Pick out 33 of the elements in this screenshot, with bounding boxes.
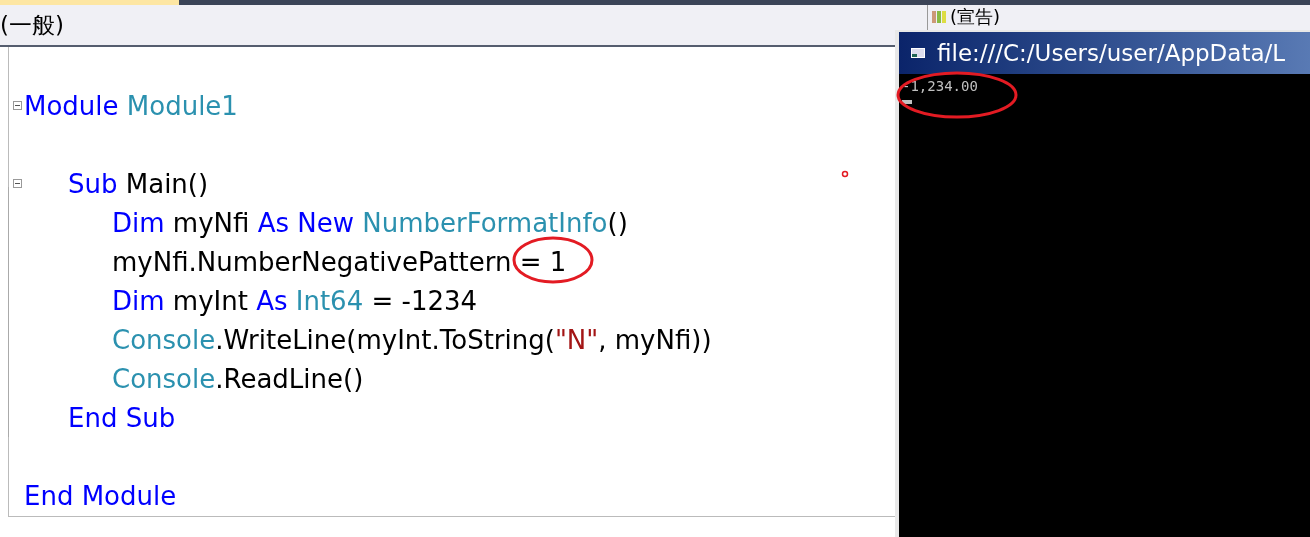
- code-token: myInt: [172, 286, 249, 316]
- code-token: = -1234: [370, 286, 478, 316]
- code-token: End Module: [24, 481, 177, 511]
- code-token: Int64: [295, 286, 364, 316]
- code-token: Module1: [126, 91, 238, 121]
- code-token: NumberFormatInfo: [362, 208, 608, 238]
- code-token: , myNfi)): [598, 325, 712, 355]
- collapse-icon: [13, 101, 22, 110]
- code-token: Main(): [125, 169, 209, 199]
- collapse-icon: [13, 179, 22, 188]
- code-token: myNfi: [172, 208, 251, 238]
- code-token: Console: [112, 364, 216, 394]
- code-token: (): [607, 208, 628, 238]
- console-icon: [911, 48, 925, 58]
- code-token: = 1: [518, 247, 567, 277]
- code-token: .ReadLine(): [215, 364, 364, 394]
- code-token: Dim: [112, 208, 166, 238]
- code-token: Sub: [68, 169, 119, 199]
- code-token: "N": [554, 325, 599, 355]
- console-output: -1,234.00: [902, 78, 979, 94]
- window-title: file:///C:/Users/user/AppData/L: [937, 38, 1286, 68]
- code-token: As New: [257, 208, 355, 238]
- console-cursor: [902, 100, 912, 104]
- marker-icon: [841, 170, 849, 178]
- code-token: .WriteLine(myInt.ToString(: [215, 325, 555, 355]
- code-token: Module: [24, 91, 120, 121]
- code-token: As: [256, 286, 289, 316]
- code-token: myNfi.NumberNegativePattern: [112, 247, 512, 277]
- code-token: Console: [112, 325, 216, 355]
- books-icon: [932, 11, 946, 23]
- code-token: Dim: [112, 286, 166, 316]
- procedure-dropdown[interactable]: (宣告): [928, 5, 1001, 29]
- code-token: End Sub: [68, 403, 176, 433]
